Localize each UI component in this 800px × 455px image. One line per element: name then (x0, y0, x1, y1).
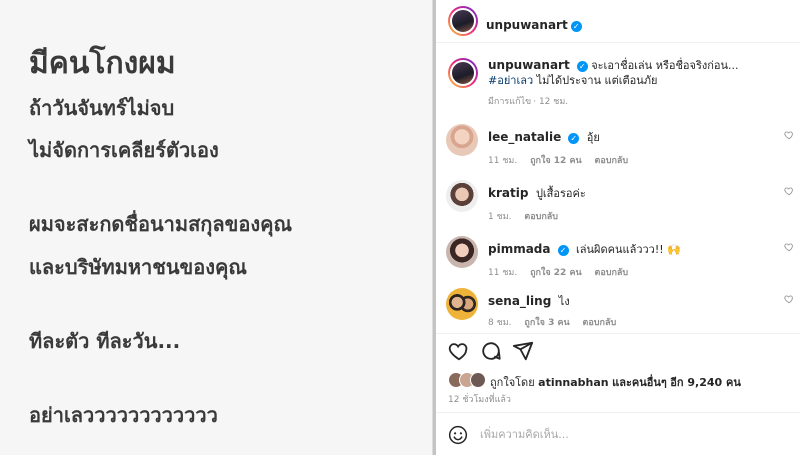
emoji-icon[interactable] (448, 425, 468, 445)
reply-button[interactable]: ตอบกลับ (583, 318, 617, 328)
caption-text-2: ไม่ได้ประจาน แต่เตือนภัย (536, 74, 658, 87)
comment-text: อุ้ย (586, 131, 600, 144)
heart-icon[interactable] (784, 242, 794, 252)
comment-username[interactable]: kratip (488, 186, 528, 200)
reply-button[interactable]: ตอบกลับ (595, 156, 629, 166)
likes-summary: ถูกใจโดย atinnabhan และคนอื่นๆ อีก 9,240… (436, 370, 800, 392)
post-text-line: ทีละตัว ทีละวัน... (29, 329, 181, 353)
caption-meta: มีการแก้ไข · 12 ชม. (488, 97, 569, 107)
comment-text: ปูเสื้อรอค่ะ (535, 187, 586, 200)
avatar[interactable] (446, 180, 478, 212)
post-text-line: ถ้าวันจันทร์ไม่จบ (29, 96, 175, 120)
heart-icon[interactable] (784, 294, 794, 304)
comment-username[interactable]: lee_natalie (488, 130, 561, 144)
reply-button[interactable]: ตอบกลับ (595, 268, 629, 278)
comment-meta: 8 ชม. ถูกใจ 3 คน ตอบกลับ (488, 315, 626, 329)
post-header: unpuwanart ✓ (436, 0, 800, 43)
comment-input[interactable] (480, 423, 770, 445)
caption-username[interactable]: unpuwanart (488, 58, 570, 72)
edited-label: มีการแก้ไข (488, 97, 532, 107)
comment-username[interactable]: sena_ling (488, 294, 551, 308)
comment-time: 11 ชม. (488, 268, 518, 278)
post-text-line: และบริษัทมหาชนของคุณ (29, 255, 247, 279)
verified-icon: ✓ (557, 245, 569, 256)
avatar[interactable] (448, 58, 478, 88)
likes-count[interactable]: อีก 9,240 คน (670, 376, 741, 389)
comment-time: 11 ชม. (488, 156, 518, 166)
divider (436, 333, 800, 334)
comment-composer (436, 413, 800, 455)
avatar[interactable] (446, 288, 478, 320)
comment-body: lee_natalie ✓ อุ้ย (488, 130, 778, 145)
comment-time: 1 ชม. (488, 212, 512, 222)
verified-icon: ✓ (570, 21, 582, 32)
comment-likes[interactable]: ถูกใจ 3 คน (524, 318, 569, 328)
likes-text[interactable]: ถูกใจโดย atinnabhan และคนอื่นๆ อีก 9,240… (490, 373, 741, 391)
verified-icon: ✓ (568, 133, 580, 144)
verified-icon: ✓ (576, 61, 588, 72)
comment-text: เล่นผิดคนแล้ววว!! 🙌 (576, 243, 681, 256)
avatar[interactable] (446, 124, 478, 156)
caption-time: 12 ชม. (538, 97, 569, 107)
post-text-line: อย่าเลวววววววววววว (29, 403, 218, 427)
reply-button[interactable]: ตอบกลับ (524, 212, 558, 222)
comments-list: unpuwanart ✓ จะเอาชื่อเล่น หรือชื่อจริงก่… (436, 44, 800, 334)
post-image: มีคนโกงผม ถ้าวันจันทร์ไม่จบ ไม่จัดการเคล… (0, 0, 432, 455)
liker-avatars[interactable] (448, 372, 488, 388)
post-text-line: มีคนโกงผม (29, 46, 176, 81)
comment-meta: 1 ชม. ตอบกลับ (488, 209, 568, 223)
likes-prefix: ถูกใจโดย (490, 376, 535, 389)
post-side-panel: unpuwanart ✓ unpuwanart ✓ จะเอาชื่อเล่น หร… (436, 0, 800, 455)
post-text-line: ผมจะสะกดชื่อนามสกุลของคุณ (29, 212, 293, 236)
comment-time: 8 ชม. (488, 318, 512, 328)
post-text-line: ไม่จัดการเคลียร์ตัวเอง (29, 138, 219, 162)
comment-likes[interactable]: ถูกใจ 22 คน (530, 268, 582, 278)
comment-meta: 11 ชม. ถูกใจ 12 คน ตอบกลับ (488, 153, 638, 167)
comment-text: ไง (558, 295, 570, 308)
post-timestamp[interactable]: 12 ชั่วโมงที่แล้ว (448, 392, 511, 406)
comment-username[interactable]: pimmada (488, 242, 551, 256)
share-icon[interactable] (512, 340, 534, 362)
heart-icon[interactable] (784, 186, 794, 196)
comment-likes[interactable]: ถูกใจ 12 คน (530, 156, 582, 166)
comment-icon[interactable] (480, 340, 502, 362)
heart-icon[interactable] (448, 340, 470, 362)
caption-body: unpuwanart ✓ จะเอาชื่อเล่น หรือชื่อจริงก่… (488, 58, 778, 88)
caption-text: จะเอาชื่อเล่น หรือชื่อจริงก่อน... (591, 59, 739, 72)
comment-body: kratip ปูเสื้อรอค่ะ (488, 186, 778, 201)
comment-body: sena_ling ไง (488, 294, 778, 309)
avatar[interactable] (446, 236, 478, 268)
likes-middle[interactable]: และคนอื่นๆ (612, 376, 667, 389)
liker-username[interactable]: atinnabhan (538, 376, 609, 389)
comment-body: pimmada ✓ เล่นผิดคนแล้ววว!! 🙌 (488, 242, 778, 257)
header-username[interactable]: unpuwanart (486, 18, 568, 32)
action-bar (436, 336, 800, 366)
heart-icon[interactable] (784, 130, 794, 140)
comment-meta: 11 ชม. ถูกใจ 22 คน ตอบกลับ (488, 265, 638, 279)
hashtag-link[interactable]: #อย่าเลว (488, 74, 533, 87)
avatar[interactable] (448, 6, 478, 36)
